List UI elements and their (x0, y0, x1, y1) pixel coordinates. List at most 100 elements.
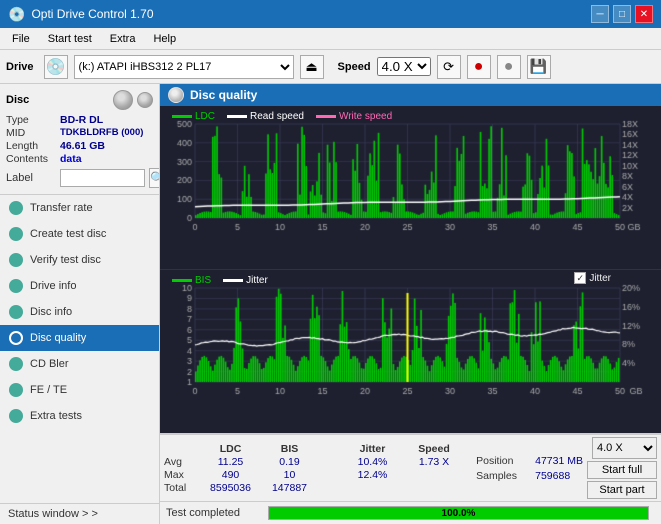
transfer-rate-icon (8, 200, 24, 216)
menu-extra[interactable]: Extra (102, 31, 144, 47)
sidebar-item-drive-info[interactable]: Drive info (0, 273, 159, 299)
extra-tests-icon (8, 408, 24, 424)
read-speed-legend-item: Read speed (227, 111, 304, 122)
menu-file[interactable]: File (4, 31, 38, 47)
close-button[interactable]: ✕ (635, 5, 653, 23)
disc-label-input[interactable] (60, 169, 145, 187)
read-speed-legend-line (227, 115, 247, 118)
stat-avg-bis: 0.19 (262, 456, 317, 468)
write-speed-legend-line (316, 115, 336, 118)
disc-length-row: Length 46.61 GB (6, 140, 153, 152)
progress-bar-container: 100.0% (268, 506, 649, 520)
verify-test-disc-icon (8, 252, 24, 268)
ldc-legend-label: LDC (195, 111, 215, 122)
disc-length-label: Length (6, 140, 56, 152)
speed-select-toolbar[interactable]: 4.0 X (377, 57, 431, 76)
disc-length-value: 46.61 GB (60, 140, 105, 152)
samples-row: Samples 759688 (476, 470, 583, 482)
titlebar-title-area: 💿 Opti Drive Control 1.70 (8, 6, 154, 23)
ldc-legend-item: LDC (172, 111, 215, 122)
stat-empty-header (164, 443, 199, 455)
jitter-checkbox-area: ✓ Jitter (574, 272, 611, 284)
disc-info-icon (8, 304, 24, 320)
bis-legend-label: BIS (195, 275, 211, 286)
speed-label: Speed (338, 61, 371, 73)
start-part-button[interactable]: Start part (587, 481, 657, 499)
sidebar-item-disc-quality[interactable]: Disc quality (0, 325, 159, 351)
menu-start-test[interactable]: Start test (40, 31, 100, 47)
disc-quality-label: Disc quality (30, 332, 86, 344)
disc-type-label: Type (6, 114, 56, 126)
stat-max-jitter: 12.4% (345, 469, 400, 481)
status-window-label: Status window > > (8, 508, 98, 520)
disc-quality-disc-icon (168, 87, 184, 103)
sidebar-item-cd-bler[interactable]: CD Bler (0, 351, 159, 377)
status-completed-text: Test completed (166, 507, 256, 519)
disc-mid-label: MID (6, 127, 56, 139)
menu-help[interactable]: Help (145, 31, 184, 47)
label-row: Label 🔍 (6, 168, 153, 188)
write-speed-legend-label: Write speed (339, 111, 392, 122)
minimize-button[interactable]: ─ (591, 5, 609, 23)
ldc-canvas (160, 106, 650, 236)
ldc-legend-line (172, 115, 192, 118)
stat-spacer (321, 443, 341, 455)
disc-label-browse-button[interactable]: 🔍 (149, 168, 160, 188)
toolbar: Drive 💿 (k:) ATAPI iHBS312 2 PL17 ⏏ Spee… (0, 50, 661, 84)
sidebar-item-disc-info[interactable]: Disc info (0, 299, 159, 325)
save-button[interactable]: 💾 (527, 55, 551, 79)
speed-select-stats[interactable]: 4.0 X (592, 437, 657, 459)
sidebar-item-create-test-disc[interactable]: Create test disc (0, 221, 159, 247)
disc-mid-value: TDKBLDRFB (000) (60, 127, 143, 139)
stat-speed-header: Speed (404, 443, 464, 455)
disc-quality-header: Disc quality (160, 84, 661, 106)
jitter-legend-line (223, 279, 243, 282)
sidebar-item-verify-test-disc[interactable]: Verify test disc (0, 247, 159, 273)
stat-max-label: Max (164, 469, 199, 481)
eject-button[interactable]: ⏏ (300, 55, 324, 79)
sidebar-item-transfer-rate[interactable]: Transfer rate (0, 195, 159, 221)
fe-te-label: FE / TE (30, 384, 67, 396)
jitter-check-label: Jitter (589, 273, 611, 284)
stat-ldc-header: LDC (203, 443, 258, 455)
disc-quality-title: Disc quality (190, 88, 257, 102)
sidebar-item-fe-te[interactable]: FE / TE (0, 377, 159, 403)
disc-panel: Disc Type BD-R DL MID TDKBLDRFB (000) Le… (0, 84, 159, 195)
disc-label-label: Label (6, 172, 56, 184)
status-window-button[interactable]: Status window > > (8, 508, 151, 520)
cd-bler-icon (8, 356, 24, 372)
drive-select[interactable]: (k:) ATAPI iHBS312 2 PL17 (74, 55, 294, 79)
jitter-checkbox[interactable]: ✓ (574, 272, 586, 284)
samples-value: 759688 (535, 470, 570, 482)
disc-icon-button1[interactable]: ● (467, 55, 491, 79)
app-title: Opti Drive Control 1.70 (31, 7, 153, 21)
transfer-rate-label: Transfer rate (30, 202, 93, 214)
stat-bis-header: BIS (262, 443, 317, 455)
progress-row: Test completed 100.0% (160, 501, 661, 524)
stat-jitter-header: Jitter (345, 443, 400, 455)
stat-avg-ldc: 11.25 (203, 456, 258, 468)
disc-thumbnail (113, 90, 133, 110)
disc-icon-button2[interactable]: ● (497, 55, 521, 79)
disc-quality-icon (8, 330, 24, 346)
jitter-legend-label: Jitter (246, 275, 268, 286)
bis-legend-line (172, 279, 192, 282)
start-full-button[interactable]: Start full (587, 461, 657, 479)
drive-label: Drive (6, 61, 34, 73)
bis-canvas (160, 270, 650, 400)
stat-max-bis: 10 (262, 469, 317, 481)
drive-info-icon (8, 278, 24, 294)
stat-max-ldc: 490 (203, 469, 258, 481)
bis-chart-wrapper: BIS Jitter ✓ Jitter (160, 269, 661, 433)
right-controls: 4.0 X Start full Start part (587, 437, 657, 499)
stat-avg-label: Avg (164, 456, 199, 468)
bottom-stats-area: LDC BIS Jitter Speed Avg 11.25 0.19 10.4… (160, 433, 661, 524)
menubar: File Start test Extra Help (0, 28, 661, 50)
stats-grid: LDC BIS Jitter Speed Avg 11.25 0.19 10.4… (164, 437, 472, 499)
stat-total-bis: 147887 (262, 482, 317, 494)
sidebar-item-extra-tests[interactable]: Extra tests (0, 403, 159, 429)
create-test-disc-icon (8, 226, 24, 242)
maximize-button[interactable]: □ (613, 5, 631, 23)
disc-type-row: Type BD-R DL (6, 114, 153, 126)
refresh-button[interactable]: ⟳ (437, 55, 461, 79)
